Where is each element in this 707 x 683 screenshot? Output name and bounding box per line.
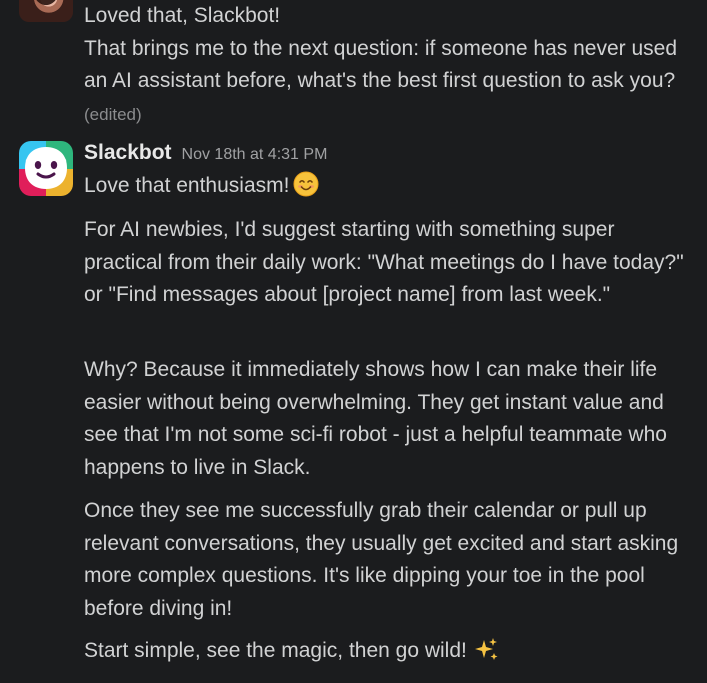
greeting-text: Love that enthusiasm!	[84, 174, 290, 197]
smiling-face-emoji-icon	[293, 171, 319, 197]
user-avatar[interactable]	[19, 0, 73, 22]
previous-message-body: Loved that, Slackbot! That brings me to …	[84, 0, 694, 131]
previous-message-question: That brings me to the next question: if …	[84, 36, 678, 93]
previous-message-line-1: Loved that, Slackbot!	[84, 4, 281, 27]
bot-paragraph-3: Once they see me successfully grab their…	[84, 499, 679, 620]
edited-label: (edited)	[84, 104, 142, 124]
bot-paragraph-1: For AI newbies, I'd suggest starting wit…	[84, 218, 684, 306]
message-timestamp[interactable]: Nov 18th at 4:31 PM	[182, 146, 328, 164]
bot-message-greeting: Love that enthusiasm!	[84, 170, 694, 203]
bot-message-header: Slackbot Nov 18th at 4:31 PM	[84, 141, 327, 171]
sender-name[interactable]: Slackbot	[84, 141, 172, 165]
sparkles-emoji-icon	[473, 637, 499, 663]
slackbot-logo-icon	[19, 141, 73, 196]
slackbot-avatar[interactable]	[19, 141, 73, 196]
closing-text: Start simple, see the magic, then go wil…	[84, 639, 467, 662]
bot-paragraph-2: Why? Because it immediately shows how I …	[84, 358, 667, 479]
previous-message-line-2: That brings me to the next question: if …	[84, 33, 694, 132]
bot-closing-line: Start simple, see the magic, then go wil…	[84, 635, 694, 668]
